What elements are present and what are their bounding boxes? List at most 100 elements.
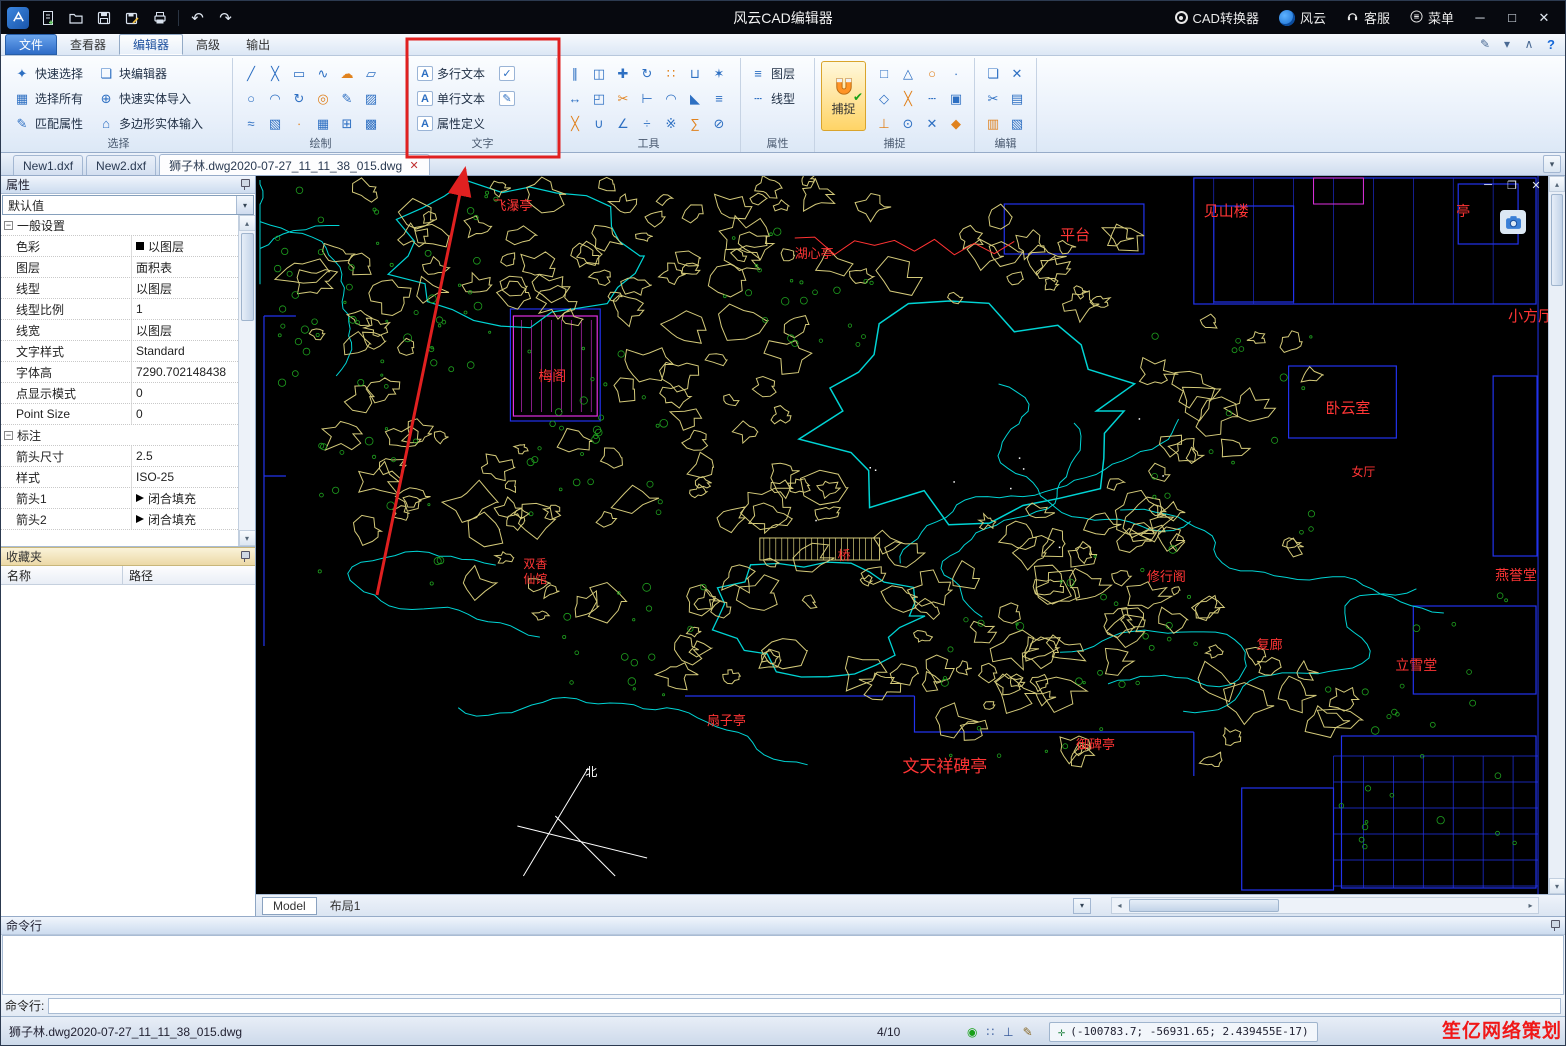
pin-icon[interactable]: [1550, 920, 1560, 931]
save-as-button[interactable]: [119, 5, 144, 30]
collapse-icon[interactable]: −: [4, 220, 13, 230]
undo-button[interactable]: ↶: [185, 5, 210, 30]
main-menu-button[interactable]: 菜单: [1401, 5, 1463, 31]
move-icon[interactable]: ✚: [611, 64, 635, 84]
line-icon[interactable]: ╱: [239, 64, 263, 84]
array-icon[interactable]: ∷: [659, 64, 683, 84]
join-icon[interactable]: ∪: [587, 114, 611, 134]
table-icon[interactable]: ▦: [311, 114, 335, 134]
ribbon-button-quick-import[interactable]: ⊕ 快速实体导入: [95, 86, 205, 111]
favorites-path-column[interactable]: 路径: [123, 567, 153, 584]
doc-tab-0[interactable]: New1.dxf: [13, 155, 84, 175]
rotate-icon[interactable]: ↻: [635, 64, 659, 84]
fillet-icon[interactable]: ◠: [659, 89, 683, 109]
open-file-button[interactable]: [63, 5, 88, 30]
snap-mid-icon[interactable]: △: [896, 64, 920, 84]
snap-end-icon[interactable]: □: [872, 64, 896, 84]
ribbon-button-attdef[interactable]: A 属性定义: [415, 111, 487, 136]
print-button[interactable]: [147, 5, 172, 30]
command-history[interactable]: [2, 935, 1564, 995]
cells-icon[interactable]: ⊞: [335, 114, 359, 134]
spline-icon[interactable]: ≈: [239, 114, 263, 134]
polyline-icon[interactable]: ∿: [311, 64, 335, 84]
align-icon[interactable]: ≡: [707, 89, 731, 109]
property-grid-scrollbar[interactable]: ▴ ▾: [238, 215, 255, 546]
explode-icon[interactable]: ✶: [707, 64, 731, 84]
ribbon-button-edit-pen[interactable]: ✎: [497, 86, 517, 111]
break-icon[interactable]: ╳: [563, 114, 587, 134]
stretch-icon[interactable]: ↔: [563, 89, 587, 109]
command-input[interactable]: [48, 997, 1561, 1014]
property-value[interactable]: 以图层: [132, 238, 238, 255]
snap-ext-icon[interactable]: ┄: [920, 89, 944, 109]
screenshot-camera-button[interactable]: [1500, 210, 1526, 234]
divide-icon[interactable]: ÷: [635, 114, 659, 134]
circle-icon[interactable]: ○: [239, 89, 263, 109]
snap-tan-icon[interactable]: ⊙: [896, 114, 920, 134]
collapse-icon[interactable]: −: [4, 430, 13, 440]
redo-button[interactable]: ↷: [213, 5, 238, 30]
region-icon[interactable]: ▱: [359, 64, 383, 84]
minimize-button[interactable]: ─: [1465, 5, 1495, 31]
vertical-scrollbar[interactable]: ▴ ▾: [1548, 176, 1565, 894]
snap-int-icon[interactable]: ╳: [896, 89, 920, 109]
snap-center-icon[interactable]: ○: [920, 64, 944, 84]
grid-toggle[interactable]: ∷: [986, 1025, 994, 1039]
xline-icon[interactable]: ╳: [263, 64, 287, 84]
layout-tab-dropdown[interactable]: ▾: [1073, 897, 1091, 914]
dynamic-input-toggle[interactable]: ✎: [1023, 1025, 1033, 1039]
close-button[interactable]: ✕: [1529, 5, 1559, 31]
new-file-button[interactable]: [35, 5, 60, 30]
mdi-minimize-button[interactable]: ─: [1480, 178, 1496, 192]
rotate-entity-icon[interactable]: ↻: [287, 89, 311, 109]
hatch-icon[interactable]: ▧: [263, 114, 287, 134]
doc-tab-close-icon[interactable]: ✕: [408, 159, 420, 172]
ribbon-button-mtext[interactable]: A 多行文本: [415, 61, 487, 86]
ribbon-button-quick-select[interactable]: ✦ 快速选择: [11, 61, 85, 86]
property-value[interactable]: 以图层: [132, 280, 238, 297]
property-value[interactable]: Standard: [132, 344, 238, 358]
mdi-close-button[interactable]: ✕: [1528, 178, 1544, 192]
mdi-restore-button[interactable]: ❐: [1504, 178, 1520, 192]
ribbon-button-match-props[interactable]: ✎ 匹配属性: [11, 111, 85, 136]
property-value[interactable]: ISO-25: [132, 470, 238, 484]
snap-ins-icon[interactable]: ▣: [944, 89, 968, 109]
brand-button[interactable]: 风云: [1270, 5, 1335, 31]
save-button[interactable]: [91, 5, 116, 30]
pin-icon[interactable]: [240, 551, 250, 562]
snap-quad-icon[interactable]: ◇: [872, 89, 896, 109]
help-button[interactable]: ?: [1541, 35, 1561, 53]
menu-tab-output[interactable]: 输出: [233, 34, 283, 55]
revcloud-icon[interactable]: ☁: [335, 64, 359, 84]
pencil-icon[interactable]: ✎: [335, 89, 359, 109]
property-value[interactable]: 0: [132, 386, 238, 400]
scale-icon[interactable]: ◰: [587, 89, 611, 109]
ribbon-button-linetype[interactable]: ┄ 线型: [747, 86, 797, 111]
grid-icon[interactable]: ▩: [359, 114, 383, 134]
property-value[interactable]: 闭合填充: [132, 511, 238, 528]
snap-toggle-button[interactable]: ✔ 捕捉: [821, 61, 866, 131]
combo-dropdown-icon[interactable]: ▾: [236, 196, 253, 214]
property-group-row[interactable]: − 标注: [1, 425, 238, 446]
property-value[interactable]: 以图层: [132, 322, 238, 339]
offset-icon[interactable]: ∥: [563, 64, 587, 84]
trim-icon[interactable]: ✂: [611, 89, 635, 109]
copy-icon[interactable]: ❏: [981, 64, 1005, 84]
purge-icon[interactable]: ⊘: [707, 114, 731, 134]
chamfer-icon[interactable]: ◣: [683, 89, 707, 109]
scrollbar-thumb[interactable]: [1129, 899, 1279, 912]
paste-icon[interactable]: ▤: [1005, 89, 1029, 109]
scroll-left-icon[interactable]: ◂: [1112, 898, 1127, 913]
favorites-list[interactable]: [1, 585, 255, 916]
menu-tab-editor[interactable]: 编辑器: [119, 34, 184, 55]
scroll-down-icon[interactable]: ▾: [1549, 878, 1565, 894]
default-value-combo[interactable]: 默认值 ▾: [2, 195, 254, 215]
maximize-button[interactable]: □: [1497, 5, 1527, 31]
doc-tab-1[interactable]: New2.dxf: [86, 155, 157, 175]
clipboard-icon[interactable]: ▥: [981, 114, 1005, 134]
horizontal-scrollbar[interactable]: ◂ ▸: [1111, 897, 1539, 914]
property-value[interactable]: 1: [132, 302, 238, 316]
snap-marker-toggle[interactable]: ◉: [967, 1025, 977, 1039]
menu-tab-viewer[interactable]: 查看器: [57, 34, 119, 55]
property-value[interactable]: 闭合填充: [132, 490, 238, 507]
